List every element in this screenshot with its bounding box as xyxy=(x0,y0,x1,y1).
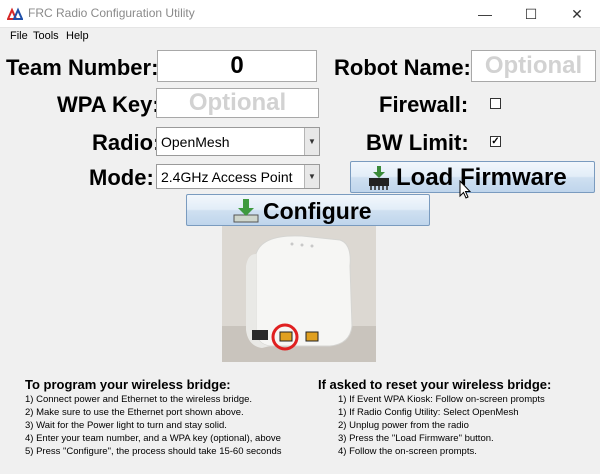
chevron-down-icon: ▼ xyxy=(304,165,319,188)
wpa-key-input[interactable]: Optional xyxy=(156,88,319,118)
firewall-label: Firewall: xyxy=(379,92,469,117)
mode-select-value: 2.4GHz Access Point xyxy=(161,169,293,185)
close-icon: ✕ xyxy=(571,5,583,22)
program-step: 4) Enter your team number, and a WPA key… xyxy=(25,433,281,444)
chip-download-icon xyxy=(369,166,389,190)
bw-limit-checkbox[interactable]: ✓ xyxy=(490,136,501,147)
radio-select[interactable]: OpenMesh ▼ xyxy=(156,127,320,156)
title-bar: FRC Radio Configuration Utility — ☐ ✕ xyxy=(0,0,600,28)
program-step: 5) Press "Configure", the process should… xyxy=(25,446,282,457)
bw-limit-label: BW Limit: xyxy=(366,130,469,155)
checkmark-icon: ✓ xyxy=(491,136,500,147)
team-number-input[interactable]: 0 xyxy=(157,50,317,82)
reset-step: 3) Press the "Load Firmware" button. xyxy=(338,433,494,444)
mode-label: Mode: xyxy=(89,165,154,190)
minimize-icon: — xyxy=(478,6,492,22)
menu-bar: File Tools Help xyxy=(0,28,600,46)
close-button[interactable]: ✕ xyxy=(554,0,600,28)
mode-select[interactable]: 2.4GHz Access Point ▼ xyxy=(156,164,320,189)
maximize-button[interactable]: ☐ xyxy=(508,0,554,28)
program-step: 2) Make sure to use the Ethernet port sh… xyxy=(25,407,244,418)
radio-photo xyxy=(222,226,376,362)
robot-name-label: Robot Name: xyxy=(334,55,471,80)
window-title: FRC Radio Configuration Utility xyxy=(28,6,195,20)
minimize-button[interactable]: — xyxy=(462,0,508,28)
chevron-down-icon: ▼ xyxy=(304,128,319,155)
reset-instructions-heading: If asked to reset your wireless bridge: xyxy=(318,377,552,392)
reset-step: 1) If Event WPA Kiosk: Follow on-screen … xyxy=(338,394,545,405)
reset-step: 2) Unplug power from the radio xyxy=(338,420,469,431)
program-instructions-heading: To program your wireless bridge: xyxy=(25,377,231,392)
team-number-label: Team Number: xyxy=(6,55,159,80)
menu-file[interactable]: File xyxy=(10,30,28,42)
firewall-checkbox[interactable] xyxy=(490,98,501,109)
radio-label: Radio: xyxy=(92,130,161,155)
wpa-key-label: WPA Key: xyxy=(57,92,160,117)
program-step: 3) Wait for the Power light to turn and … xyxy=(25,420,227,431)
robot-name-input[interactable]: Optional xyxy=(471,50,596,82)
frc-logo-icon xyxy=(7,7,23,20)
wireless-bridge-image xyxy=(222,226,376,362)
cursor-icon xyxy=(459,180,471,199)
configure-label: Configure xyxy=(263,198,372,224)
reset-step: 4) Follow the on-screen prompts. xyxy=(338,446,477,457)
radio-select-value: OpenMesh xyxy=(161,134,230,150)
load-firmware-button[interactable]: Load Firmware xyxy=(350,161,595,193)
load-firmware-label: Load Firmware xyxy=(396,164,567,191)
menu-help[interactable]: Help xyxy=(66,30,89,42)
menu-tools[interactable]: Tools xyxy=(33,30,59,42)
download-arrow-icon xyxy=(233,199,259,223)
configure-button[interactable]: Configure xyxy=(186,194,430,226)
program-step: 1) Connect power and Ethernet to the wir… xyxy=(25,394,253,405)
maximize-icon: ☐ xyxy=(524,5,538,22)
reset-step: 1) If Radio Config Utility: Select OpenM… xyxy=(338,407,519,418)
